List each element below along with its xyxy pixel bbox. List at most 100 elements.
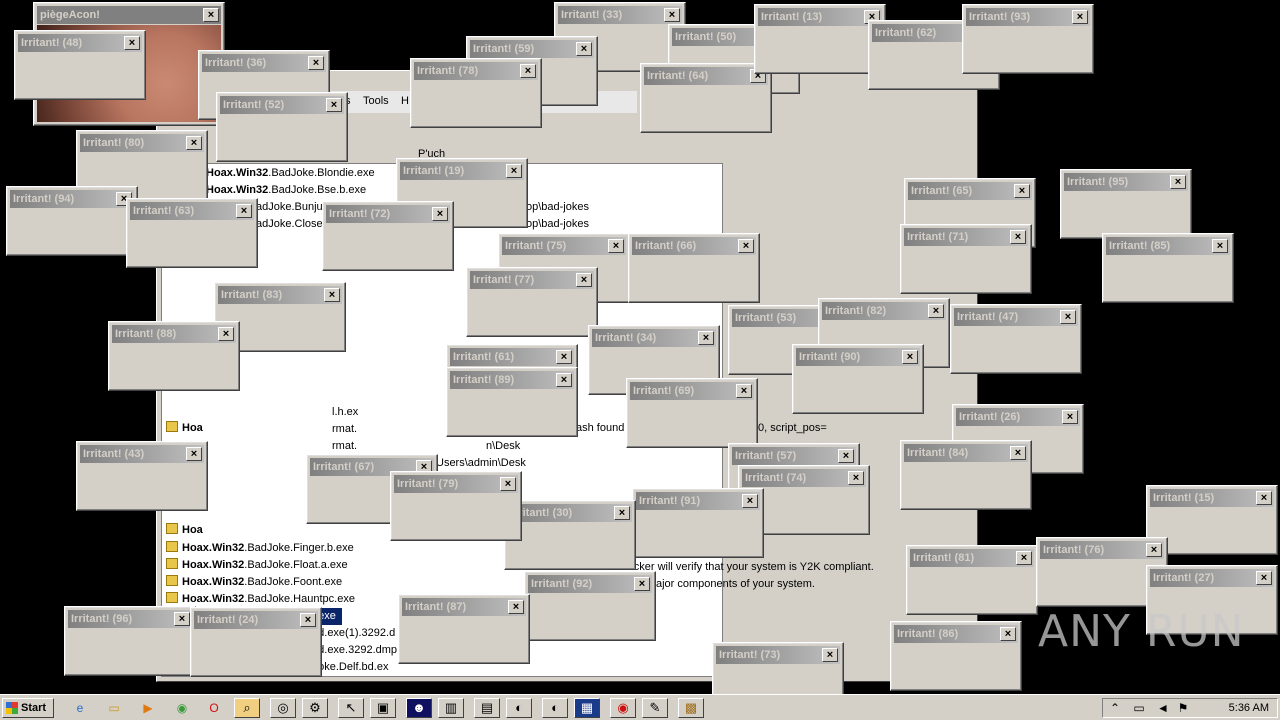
irritant-popup-window[interactable]: Irritant! (81) × xyxy=(906,545,1038,615)
close-button[interactable]: × xyxy=(186,136,202,150)
close-button[interactable]: × xyxy=(300,613,316,627)
irritant-popup-window[interactable]: Irritant! (90) × xyxy=(792,344,924,414)
cursor-icon[interactable]: ↖ xyxy=(338,698,364,718)
irritant-popup-window[interactable]: Irritant! (88) × xyxy=(108,321,240,391)
flag-icon[interactable]: ⚑ xyxy=(1175,700,1191,716)
close-button[interactable]: × xyxy=(738,239,754,253)
arrow-up-icon[interactable]: ⌃ xyxy=(1107,700,1123,716)
close-button[interactable]: × xyxy=(848,471,864,485)
file-row[interactable]: adJoke.Close xyxy=(256,216,323,233)
clock[interactable]: 5:36 AM xyxy=(1229,699,1269,717)
irritant-popup-window[interactable]: Irritant! (71) × xyxy=(900,224,1032,294)
close-button[interactable]: × xyxy=(520,64,536,78)
irritant-popup-window[interactable]: Irritant! (77) × xyxy=(466,267,598,337)
window-icon[interactable]: ▣ xyxy=(370,698,396,718)
irritant-popup-window[interactable]: Irritant! (95) × xyxy=(1060,169,1192,239)
file-row[interactable]: rmat. xyxy=(332,438,357,455)
irritant-popup-window[interactable]: Irritant! (89) × xyxy=(446,367,578,437)
close-button[interactable]: × xyxy=(326,98,342,112)
close-button[interactable]: × xyxy=(838,449,854,463)
close-button[interactable]: × xyxy=(634,577,650,591)
close-button[interactable]: × xyxy=(822,648,838,662)
irritant-popup-window[interactable]: Irritant! (24) × xyxy=(190,607,322,677)
file-row[interactable]: Hoax.Win32.BadJoke.Float.a.exe xyxy=(162,557,348,574)
irritant-popup-window[interactable]: Irritant! (93) × xyxy=(962,4,1094,74)
gift-icon[interactable]: ▩ xyxy=(678,698,704,718)
file-row[interactable]: Hoax.Win32.BadJoke.Bse.b.exe xyxy=(206,182,366,199)
close-button[interactable]: × xyxy=(1016,551,1032,565)
speaker-icon[interactable]: ◄ xyxy=(1155,700,1171,716)
moon-icon-2[interactable]: ◐ xyxy=(542,698,568,718)
irritant-popup-window[interactable]: Irritant! (86) × xyxy=(890,621,1022,691)
file-row[interactable]: Hoax.Win32.BadJoke.Foont.exe xyxy=(162,574,342,591)
close-button[interactable]: × xyxy=(1170,175,1186,189)
irritant-popup-window[interactable]: Irritant! (30) × xyxy=(504,500,636,570)
close-button[interactable]: × xyxy=(508,600,524,614)
trash-icon[interactable]: ▥ xyxy=(438,698,464,718)
irritant-popup-window[interactable]: Irritant! (52) × xyxy=(216,92,348,162)
close-button[interactable]: × xyxy=(664,8,680,22)
irritant-popup-window[interactable]: Irritant! (13) × xyxy=(754,4,886,74)
close-button[interactable]: × xyxy=(124,36,140,50)
gear-icon[interactable]: ⚙ xyxy=(302,698,328,718)
eye-icon[interactable]: ◎ xyxy=(270,698,296,718)
close-button[interactable]: × xyxy=(576,273,592,287)
irritant-popup-window[interactable]: Irritant! (47) × xyxy=(950,304,1082,374)
file-row[interactable]: l.h.ex xyxy=(332,404,358,421)
close-button[interactable]: × xyxy=(174,612,190,626)
close-button[interactable]: × xyxy=(308,56,324,70)
irritant-popup-window[interactable]: Irritant! (94) × xyxy=(6,186,138,256)
skull-icon[interactable]: ☻ xyxy=(406,698,432,718)
note-icon[interactable]: ✎ xyxy=(642,698,668,718)
folder-row[interactable]: Hoa xyxy=(162,420,203,437)
folder-icon[interactable]: ▭ xyxy=(106,700,122,716)
irritant-popup-window[interactable]: Irritant! (78) × xyxy=(410,58,542,128)
close-button[interactable]: × xyxy=(608,239,624,253)
close-button[interactable]: × xyxy=(506,164,522,178)
ie-icon[interactable]: e xyxy=(72,700,88,716)
close-button[interactable]: × xyxy=(742,494,758,508)
close-button[interactable]: × xyxy=(902,350,918,364)
irritant-popup-window[interactable]: Irritant! (96) × xyxy=(64,606,196,676)
close-button[interactable]: × xyxy=(1256,491,1272,505)
irritant-popup-window[interactable]: Irritant! (69) × xyxy=(626,378,758,448)
network-icon[interactable]: ▭ xyxy=(1131,700,1147,716)
file-row[interactable]: adJoke.Bunju xyxy=(256,199,323,216)
menu-tools[interactable]: Tools xyxy=(363,95,389,107)
close-button[interactable]: × xyxy=(1062,410,1078,424)
close-button[interactable]: × xyxy=(1072,10,1088,24)
close-button[interactable]: × xyxy=(1256,571,1272,585)
close-button[interactable]: × xyxy=(736,384,752,398)
irritant-popup-window[interactable]: Irritant! (91) × xyxy=(632,488,764,558)
close-button[interactable]: × xyxy=(1146,543,1162,557)
close-button[interactable]: × xyxy=(203,8,219,22)
document-icon[interactable]: ▤ xyxy=(474,698,500,718)
irritant-popup-window[interactable]: Irritant! (64) × xyxy=(640,63,772,133)
chart-icon[interactable]: ▦ xyxy=(574,698,600,718)
file-row[interactable]: Hoax.Win32.BadJoke.Blondie.exe xyxy=(206,165,375,182)
close-button[interactable]: × xyxy=(1000,627,1016,641)
irritant-popup-window[interactable]: Irritant! (43) × xyxy=(76,441,208,511)
folder-row[interactable]: Hoa xyxy=(162,522,203,539)
menu-help[interactable]: H xyxy=(401,95,409,107)
close-button[interactable]: × xyxy=(432,207,448,221)
search-icon[interactable]: ⌕ xyxy=(234,698,260,718)
stop-icon[interactable]: ◉ xyxy=(610,698,636,718)
close-button[interactable]: × xyxy=(186,447,202,461)
close-button[interactable]: × xyxy=(576,42,592,56)
irritant-popup-window[interactable]: Irritant! (72) × xyxy=(322,201,454,271)
close-button[interactable]: × xyxy=(500,477,516,491)
moon-icon[interactable]: ◐ xyxy=(506,698,532,718)
close-button[interactable]: × xyxy=(556,373,572,387)
close-button[interactable]: × xyxy=(1212,239,1228,253)
irritant-popup-window[interactable]: Irritant! (85) × xyxy=(1102,233,1234,303)
close-button[interactable]: × xyxy=(1014,184,1030,198)
close-button[interactable]: × xyxy=(698,331,714,345)
close-button[interactable]: × xyxy=(236,204,252,218)
close-button[interactable]: × xyxy=(1010,446,1026,460)
irritant-popup-window[interactable]: Irritant! (87) × xyxy=(398,594,530,664)
close-button[interactable]: × xyxy=(324,288,340,302)
irritant-popup-window[interactable]: Irritant! (84) × xyxy=(900,440,1032,510)
irritant-popup-window[interactable]: Irritant! (66) × xyxy=(628,233,760,303)
close-button[interactable]: × xyxy=(218,327,234,341)
